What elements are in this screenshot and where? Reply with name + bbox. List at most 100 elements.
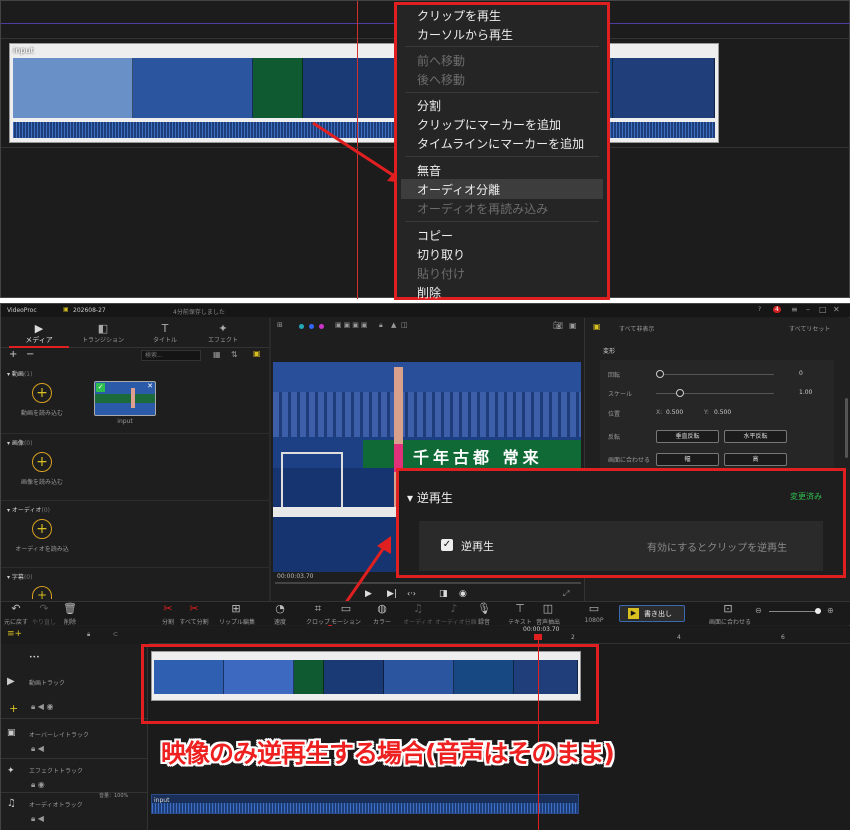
menu-item-mute[interactable]: 無音: [417, 162, 441, 179]
layout-icons[interactable]: ▣▣▣▣: [335, 321, 369, 329]
aspect-icon[interactable]: ◫: [401, 321, 408, 329]
fullscreen-icon[interactable]: ▣: [569, 321, 577, 330]
color-dot-pink[interactable]: [319, 324, 324, 329]
expand-icon[interactable]: ⤢: [563, 589, 569, 599]
menu-item-copy[interactable]: コピー: [417, 227, 453, 244]
link-icon[interactable]: ⊂: [113, 631, 118, 638]
menu-item-cut[interactable]: 切り取り: [417, 246, 465, 263]
menu-item-add-clip-marker[interactable]: クリップにマーカーを追加: [417, 116, 561, 133]
tab-media[interactable]: ▶ メディア: [9, 322, 69, 348]
tab-transitions[interactable]: ◧ トランジション: [73, 322, 133, 348]
redo-icon[interactable]: ↷: [37, 602, 51, 615]
volume-icon[interactable]: ◨: [439, 589, 448, 599]
fit-width-button[interactable]: 幅: [656, 453, 719, 466]
menu-item-split[interactable]: 分割: [417, 97, 441, 114]
snapshot-icon[interactable]: 📷︎: [553, 321, 563, 330]
triangle-icon[interactable]: ▲: [391, 321, 396, 329]
lock-all-icon[interactable]: 🔒︎: [87, 631, 90, 639]
scale-slider[interactable]: [656, 393, 774, 394]
app-name[interactable]: VideoProc: [7, 307, 37, 314]
jog-icon[interactable]: ‹·›: [407, 589, 416, 598]
motion-icon[interactable]: ▭: [339, 602, 353, 615]
extract-audio-icon[interactable]: ◫: [541, 602, 555, 615]
project-name[interactable]: 202608-27: [73, 307, 106, 314]
menu-item-detach-audio[interactable]: オーディオ分離: [417, 181, 500, 198]
menu-icon[interactable]: ≡: [791, 305, 798, 314]
hide-all-label[interactable]: すべて非表示: [619, 324, 654, 333]
position-x-value[interactable]: 0.500: [666, 409, 683, 416]
notification-badge[interactable]: 4: [773, 306, 781, 313]
menu-item-reload-audio[interactable]: オーディオを再読み込み: [417, 200, 548, 217]
menu-item-move-previous[interactable]: 前へ移動: [417, 52, 465, 69]
panel-scrollbar[interactable]: [845, 398, 848, 458]
audio-icon[interactable]: ♫: [411, 602, 425, 615]
flip-horizontal-button[interactable]: 水平反転: [724, 430, 787, 443]
menu-item-delete[interactable]: 削除: [417, 284, 441, 301]
remove-icon[interactable]: −: [26, 349, 34, 360]
audio-track-controls[interactable]: 🔒︎ ◀︎: [31, 814, 44, 824]
import-image-button[interactable]: +: [32, 452, 52, 472]
zoom-out-icon[interactable]: ⊖: [755, 606, 762, 615]
maximize-icon[interactable]: □: [819, 305, 827, 314]
import-subtitle-button[interactable]: +: [32, 586, 52, 602]
menu-item-paste[interactable]: 貼り付け: [417, 265, 465, 282]
track-more-icon[interactable]: •••: [29, 654, 40, 661]
rotate-value[interactable]: 0: [799, 370, 803, 377]
menu-item-play-clip[interactable]: クリップを再生: [417, 7, 501, 24]
rotate-handle[interactable]: [656, 370, 664, 378]
zoom-icon[interactable]: ⊞: [277, 321, 283, 329]
menu-item-move-next[interactable]: 後へ移動: [417, 71, 465, 88]
flip-vertical-button[interactable]: 垂直反転: [656, 430, 719, 443]
color-icon[interactable]: ◍: [375, 602, 389, 615]
import-audio-button[interactable]: +: [32, 519, 52, 539]
reverse-checkbox-label[interactable]: 逆再生: [461, 538, 494, 554]
add-icon[interactable]: +: [9, 349, 17, 360]
transform-section-title[interactable]: 変形: [603, 346, 615, 355]
detach-audio-icon[interactable]: ♪: [447, 602, 461, 615]
delete-icon[interactable]: 🗑︎: [63, 602, 77, 615]
color-dot-teal[interactable]: [299, 324, 304, 329]
split-all-icon[interactable]: ✂: [187, 602, 201, 615]
position-y-value[interactable]: 0.500: [714, 409, 731, 416]
menu-item-add-timeline-marker[interactable]: タイムラインにマーカーを追加: [417, 135, 584, 152]
zoom-handle[interactable]: [815, 608, 821, 614]
video-track-controls[interactable]: 🔒︎ ◀︎ ◉: [31, 702, 53, 712]
zoom-slider[interactable]: [769, 611, 821, 612]
panel-icon[interactable]: ▣: [593, 322, 601, 331]
speed-icon[interactable]: ◔: [273, 602, 287, 615]
help-icon[interactable]: ?: [758, 306, 761, 313]
text-icon[interactable]: ⊤: [513, 602, 527, 615]
rotate-slider[interactable]: [656, 374, 774, 375]
panel-toggle-icon[interactable]: ▣: [253, 349, 261, 358]
audio-clip[interactable]: input: [151, 794, 579, 814]
tab-effects[interactable]: ✦ エフェクト: [193, 322, 253, 348]
reverse-section-title[interactable]: ▾ 逆再生: [407, 489, 453, 506]
sort-icon[interactable]: ⇅: [231, 350, 238, 359]
effect-track-controls[interactable]: 🔒︎ ◉: [31, 780, 45, 790]
scale-value[interactable]: 1.00: [799, 389, 812, 396]
resolution-icon[interactable]: ▭: [587, 602, 601, 615]
crop-icon[interactable]: ⌗: [311, 602, 325, 616]
record-icon[interactable]: 🎙︎: [477, 602, 491, 615]
media-thumbnail[interactable]: ✓ ✕: [94, 381, 156, 416]
reset-all-button[interactable]: すべてリセット: [789, 324, 830, 333]
import-video-button[interactable]: +: [32, 383, 52, 403]
grid-view-icon[interactable]: ▦: [213, 350, 221, 359]
zoom-in-icon[interactable]: ⊕: [827, 606, 834, 615]
overlay-track-controls[interactable]: 🔒︎ ◀︎: [31, 744, 44, 754]
export-button[interactable]: ▶ 書き出し: [619, 605, 685, 622]
minimize-icon[interactable]: –: [806, 305, 810, 314]
undo-icon[interactable]: ↶: [9, 602, 23, 615]
fit-height-button[interactable]: 高: [724, 453, 787, 466]
color-dot-blue[interactable]: [309, 324, 314, 329]
thumbnail-close-icon[interactable]: ✕: [147, 382, 153, 390]
tab-titles[interactable]: T タイトル: [135, 322, 195, 348]
search-input[interactable]: [141, 350, 201, 361]
camera-icon[interactable]: ◉: [459, 589, 467, 599]
reverse-checkbox[interactable]: ✓: [441, 539, 453, 551]
overlay-add-icon[interactable]: +: [9, 702, 18, 715]
split-icon[interactable]: ✂: [161, 602, 175, 615]
close-icon[interactable]: ✕: [833, 305, 840, 314]
lock-icon[interactable]: 🔒︎: [379, 321, 383, 330]
fit-screen-icon[interactable]: ⊡: [721, 602, 735, 615]
